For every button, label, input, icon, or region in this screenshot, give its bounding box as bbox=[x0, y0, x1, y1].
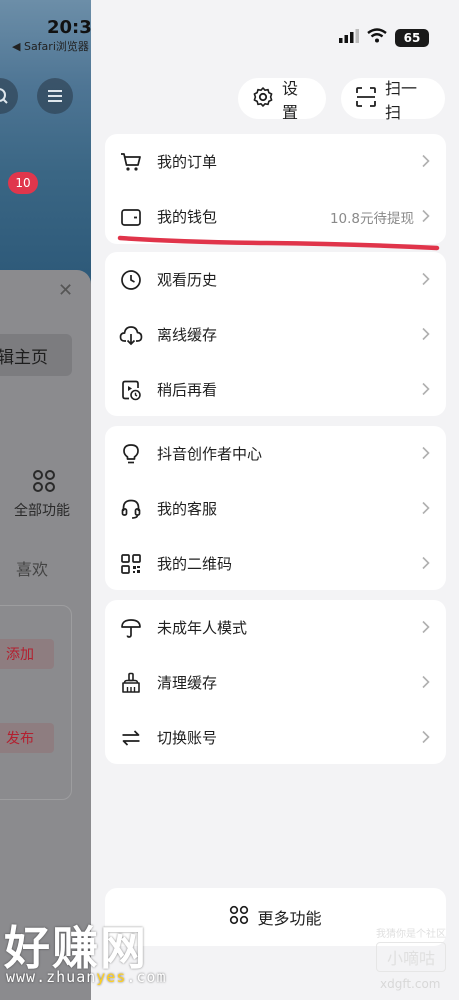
more-functions-label: 更多功能 bbox=[257, 909, 322, 928]
tab-likes[interactable]: 喜欢 bbox=[16, 556, 48, 580]
all-functions-label[interactable]: 全部功能 bbox=[14, 500, 70, 520]
scan-button[interactable]: 扫一扫 bbox=[341, 78, 445, 122]
edit-home-label: 辑主页 bbox=[0, 347, 48, 368]
menu-item-watch-history[interactable]: 观看历史 bbox=[105, 252, 446, 307]
cart-icon bbox=[119, 150, 143, 174]
menu-item-watch-later[interactable]: 稍后再看 bbox=[105, 362, 446, 417]
battery-indicator: 65 bbox=[395, 28, 429, 47]
publish-button[interactable]: 发布 bbox=[0, 723, 54, 753]
menu-item-label: 未成年人模式 bbox=[157, 619, 248, 637]
wifi-icon bbox=[367, 28, 387, 47]
chevron-right-icon bbox=[422, 270, 430, 289]
cloud-download-icon bbox=[119, 323, 143, 347]
watermark-caption: 我猜你是个社区 bbox=[376, 929, 446, 940]
broom-icon bbox=[119, 671, 143, 695]
qrcode-icon bbox=[119, 552, 143, 576]
watermark-url: www.zhuanyes.com bbox=[6, 968, 167, 986]
menu-item-clear-cache[interactable]: 清理缓存 bbox=[105, 655, 446, 710]
settings-label: 设置 bbox=[282, 78, 299, 122]
menu-item-my-orders[interactable]: 我的订单 bbox=[105, 134, 446, 189]
scan-icon bbox=[355, 86, 377, 112]
chevron-right-icon bbox=[422, 152, 430, 171]
menu-item-my-qrcode[interactable]: 我的二维码 bbox=[105, 536, 446, 591]
edit-home-button[interactable]: 辑主页 bbox=[0, 334, 72, 376]
gear-icon bbox=[252, 86, 274, 112]
chevron-right-icon bbox=[422, 673, 430, 692]
menu-item-label: 我的订单 bbox=[157, 153, 218, 171]
wallet-balance-text: 10.8元待提现 bbox=[329, 210, 414, 227]
clock-icon bbox=[119, 268, 143, 292]
menu-icon[interactable] bbox=[37, 78, 73, 114]
menu-item-label: 我的钱包 bbox=[157, 208, 218, 226]
status-time: 20:34 bbox=[47, 17, 91, 38]
menu-item-minor-mode[interactable]: 未成年人模式 bbox=[105, 600, 446, 655]
switch-icon bbox=[119, 726, 143, 750]
back-to-safari-link[interactable]: ◀ Safari浏览器 bbox=[12, 38, 89, 54]
chevron-right-icon bbox=[422, 728, 430, 747]
menu-item-label: 抖音创作者中心 bbox=[157, 445, 263, 463]
close-icon[interactable]: ✕ bbox=[58, 280, 73, 301]
signal-icon bbox=[339, 28, 359, 47]
publish-label: 发布 bbox=[6, 731, 34, 747]
background-page-overlay[interactable]: 20:34 ◀ Safari浏览器 10 ✕ 辑主页 全部功能 喜欢 添加 发布 bbox=[0, 0, 91, 1000]
status-bar: 65 bbox=[91, 0, 459, 60]
umbrella-icon bbox=[119, 616, 143, 640]
menu-group-system: 未成年人模式 清理缓存 切换账号 bbox=[105, 600, 446, 764]
menu-item-label: 我的二维码 bbox=[157, 555, 233, 573]
wallet-icon bbox=[119, 205, 143, 229]
chevron-right-icon bbox=[422, 444, 430, 463]
grid-icon bbox=[32, 469, 56, 497]
chevron-right-icon bbox=[422, 207, 430, 226]
menu-item-label: 切换账号 bbox=[157, 729, 218, 747]
watermark-url-right: xdgft.com bbox=[380, 977, 441, 991]
add-button[interactable]: 添加 bbox=[0, 639, 54, 669]
menu-item-customer-service[interactable]: 我的客服 bbox=[105, 481, 446, 536]
notification-badge: 10 bbox=[8, 172, 38, 194]
watch-later-icon bbox=[119, 378, 143, 402]
menu-group-services: 抖音创作者中心 我的客服 我的二维码 bbox=[105, 426, 446, 590]
scan-label: 扫一扫 bbox=[385, 78, 418, 122]
menu-item-label: 我的客服 bbox=[157, 500, 218, 518]
menu-item-label: 离线缓存 bbox=[157, 326, 218, 344]
menu-item-switch-account[interactable]: 切换账号 bbox=[105, 710, 446, 765]
menu-group-account: 我的订单 我的钱包 10.8元待提现 bbox=[105, 134, 446, 244]
chevron-right-icon bbox=[422, 325, 430, 344]
settings-button[interactable]: 设置 bbox=[238, 78, 326, 122]
grid-icon bbox=[229, 905, 249, 929]
background-card bbox=[0, 605, 72, 800]
menu-item-label: 清理缓存 bbox=[157, 674, 218, 692]
menu-item-label: 观看历史 bbox=[157, 271, 218, 289]
menu-item-offline-cache[interactable]: 离线缓存 bbox=[105, 307, 446, 362]
lightbulb-icon bbox=[119, 442, 143, 466]
menu-item-label: 稍后再看 bbox=[157, 381, 218, 399]
red-underline-annotation bbox=[117, 235, 440, 251]
chevron-right-icon bbox=[422, 499, 430, 518]
watermark-badge: 小嘀咕 bbox=[376, 942, 446, 972]
menu-group-content: 观看历史 离线缓存 稍后再看 bbox=[105, 252, 446, 416]
add-label: 添加 bbox=[6, 647, 34, 663]
chevron-right-icon bbox=[422, 618, 430, 637]
chevron-right-icon bbox=[422, 554, 430, 573]
menu-item-creator-center[interactable]: 抖音创作者中心 bbox=[105, 426, 446, 481]
chevron-right-icon bbox=[422, 380, 430, 399]
headset-icon bbox=[119, 497, 143, 521]
